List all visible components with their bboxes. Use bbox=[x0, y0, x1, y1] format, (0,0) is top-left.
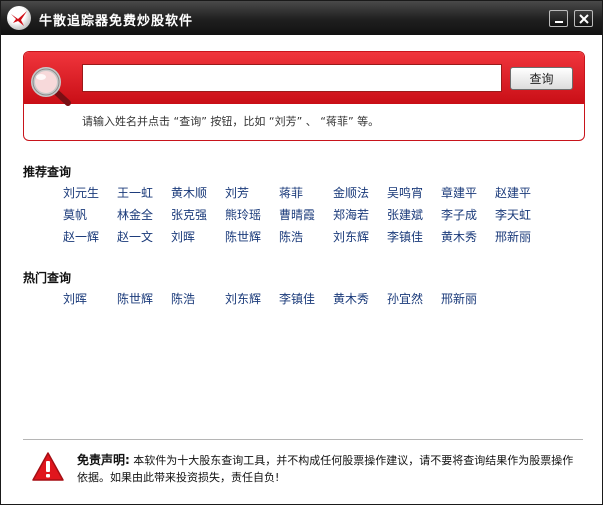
name-link[interactable]: 刘东辉 bbox=[225, 290, 279, 308]
search-hint: 请输入姓名并点击 “查询” 按钮，比如 “刘芳” 、 “蒋菲” 等。 bbox=[82, 115, 380, 128]
name-link[interactable]: 陈浩 bbox=[279, 228, 333, 246]
name-link[interactable]: 陈浩 bbox=[171, 290, 225, 308]
name-link[interactable]: 章建平 bbox=[441, 184, 495, 202]
window-title: 牛散追踪器免费炒股软件 bbox=[39, 14, 194, 29]
name-link[interactable]: 莫帆 bbox=[63, 206, 117, 224]
name-link[interactable]: 李镇佳 bbox=[279, 290, 333, 308]
app-window: 牛散追踪器免费炒股软件 查询 请输入姓名并点击 “查询” 按钮，比如 “刘芳” … bbox=[0, 0, 603, 505]
name-link[interactable]: 邢新丽 bbox=[495, 228, 549, 246]
name-link[interactable]: 赵建平 bbox=[495, 184, 549, 202]
name-link[interactable]: 郑海若 bbox=[333, 206, 387, 224]
disclaimer-title: 免责声明: bbox=[77, 453, 130, 467]
name-link[interactable]: 刘芳 bbox=[225, 184, 279, 202]
name-link[interactable]: 林金全 bbox=[117, 206, 171, 224]
close-icon bbox=[579, 14, 589, 24]
red-bird-logo-icon bbox=[7, 6, 31, 30]
name-link[interactable]: 刘晖 bbox=[171, 228, 225, 246]
minimize-icon bbox=[555, 21, 563, 23]
footer-divider bbox=[23, 439, 583, 440]
name-link[interactable]: 张建斌 bbox=[387, 206, 441, 224]
name-link[interactable]: 刘东辉 bbox=[333, 228, 387, 246]
recommended-list: 刘元生 王一虹 黄木顺 刘芳 蒋菲 金顺法 吴鸣宵 章建平 赵建平 莫帆 林金全… bbox=[63, 184, 549, 246]
name-link[interactable]: 黄木秀 bbox=[441, 228, 495, 246]
name-link[interactable]: 熊玲瑶 bbox=[225, 206, 279, 224]
name-link[interactable]: 张克强 bbox=[171, 206, 225, 224]
popular-title: 热门查询 bbox=[23, 271, 72, 285]
name-link[interactable]: 蒋菲 bbox=[279, 184, 333, 202]
minimize-button[interactable] bbox=[549, 10, 568, 27]
name-link[interactable]: 黄木秀 bbox=[333, 290, 387, 308]
disclaimer: 免责声明: 本软件为十大股东查询工具，并不构成任何股票操作建议，请不要将查询结果… bbox=[77, 452, 577, 486]
warning-icon bbox=[32, 452, 64, 481]
name-link[interactable]: 李子成 bbox=[441, 206, 495, 224]
search-button[interactable]: 查询 bbox=[510, 67, 573, 90]
name-link[interactable]: 曹晴霞 bbox=[279, 206, 333, 224]
popular-list: 刘晖 陈世辉 陈浩 刘东辉 李镇佳 黄木秀 孙宜然 邢新丽 bbox=[63, 290, 549, 308]
name-link[interactable]: 李镇佳 bbox=[387, 228, 441, 246]
name-link[interactable]: 黄木顺 bbox=[171, 184, 225, 202]
name-link[interactable]: 王一虹 bbox=[117, 184, 171, 202]
name-link[interactable]: 孙宜然 bbox=[387, 290, 441, 308]
title-bar[interactable]: 牛散追踪器免费炒股软件 bbox=[1, 1, 602, 35]
disclaimer-text: 本软件为十大股东查询工具，并不构成任何股票操作建议，请不要将查询结果作为股票操作… bbox=[77, 454, 574, 484]
search-bar: 查询 bbox=[24, 52, 584, 106]
recommended-title: 推荐查询 bbox=[23, 165, 72, 179]
search-panel: 查询 请输入姓名并点击 “查询” 按钮，比如 “刘芳” 、 “蒋菲” 等。 bbox=[23, 51, 585, 141]
name-link[interactable]: 刘晖 bbox=[63, 290, 117, 308]
name-link[interactable]: 陈世辉 bbox=[117, 290, 171, 308]
name-link[interactable]: 赵一辉 bbox=[63, 228, 117, 246]
search-input[interactable] bbox=[82, 64, 502, 92]
name-link[interactable]: 陈世辉 bbox=[225, 228, 279, 246]
name-link[interactable]: 李天虹 bbox=[495, 206, 549, 224]
magnifier-icon bbox=[31, 67, 71, 106]
name-link[interactable]: 金顺法 bbox=[333, 184, 387, 202]
name-link[interactable]: 赵一文 bbox=[117, 228, 171, 246]
name-link[interactable]: 邢新丽 bbox=[441, 290, 495, 308]
close-button[interactable] bbox=[574, 10, 593, 27]
name-link[interactable]: 吴鸣宵 bbox=[387, 184, 441, 202]
name-link[interactable]: 刘元生 bbox=[63, 184, 117, 202]
